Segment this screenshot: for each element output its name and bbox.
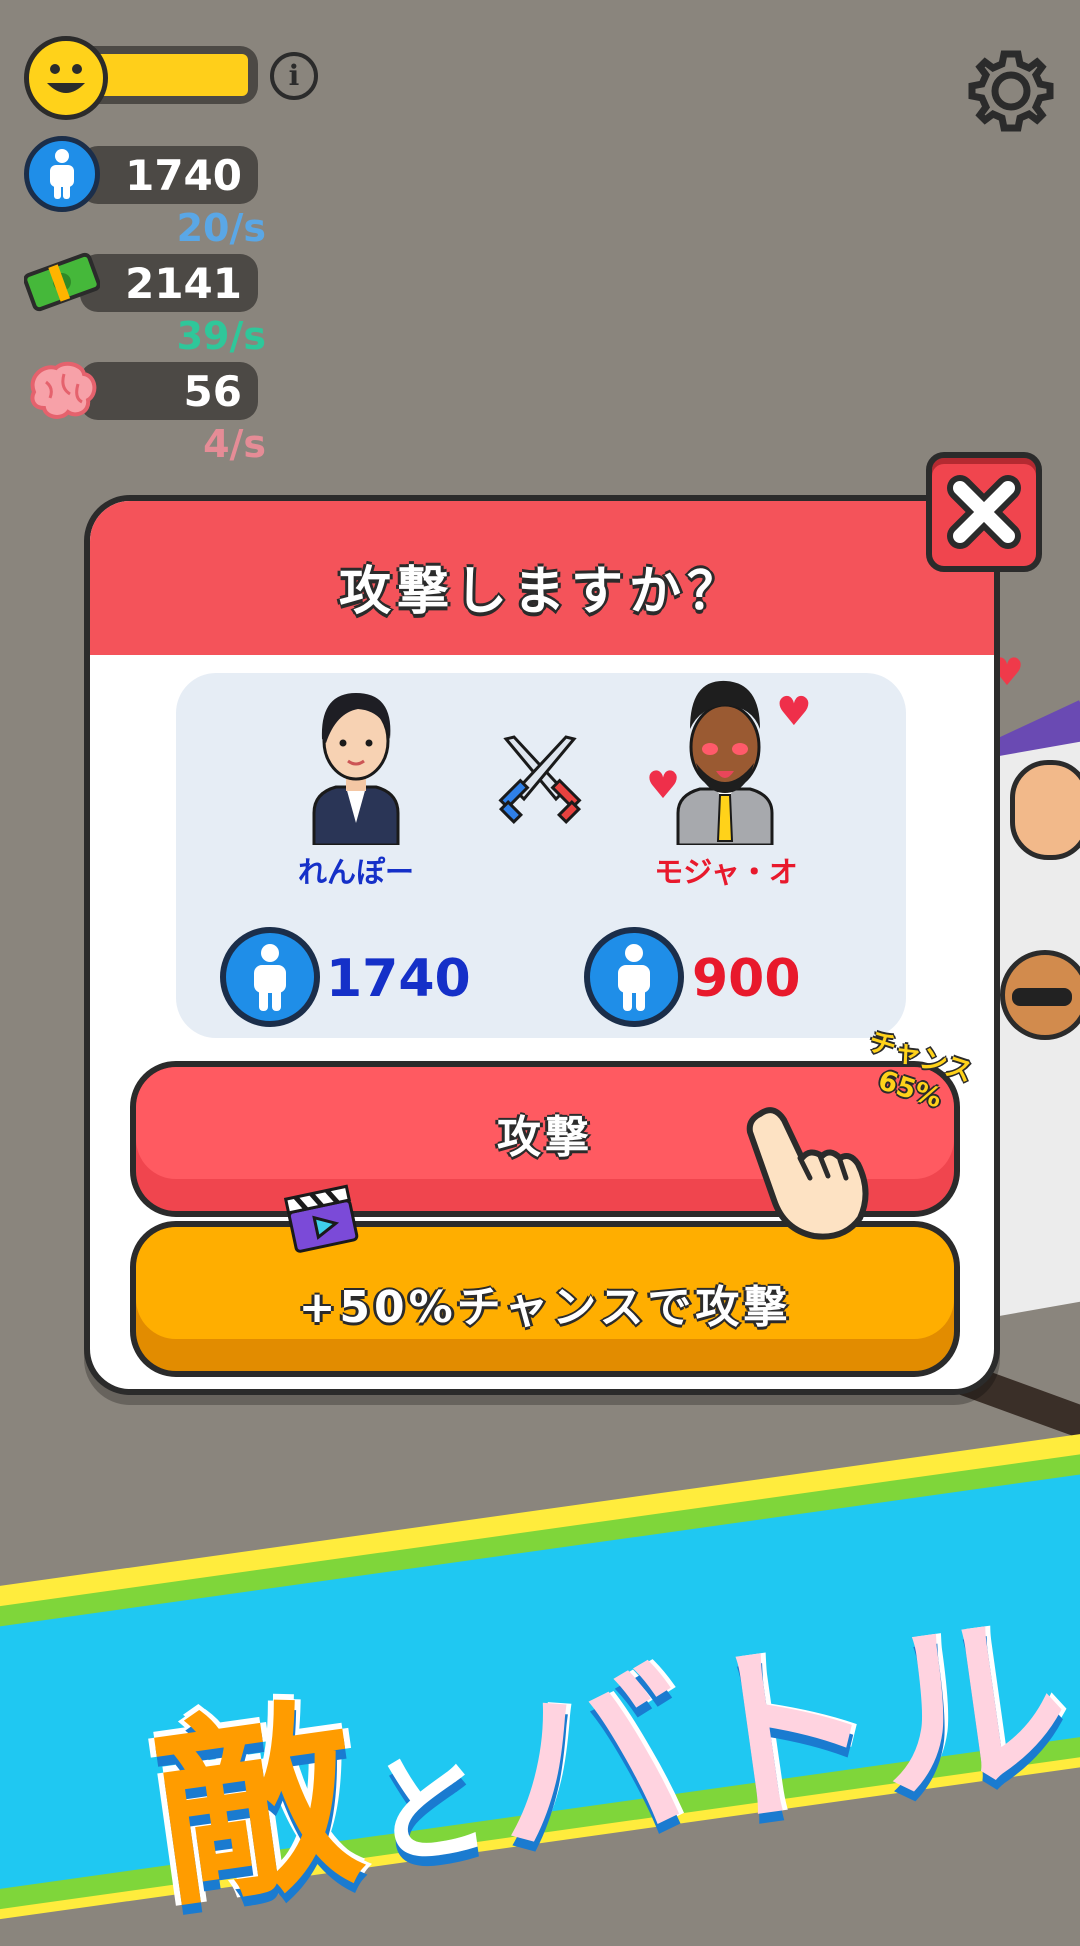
banner-text-particle: と bbox=[360, 1733, 499, 1888]
population-value: 1740 bbox=[125, 150, 242, 200]
enemy-name: モジャ・オ bbox=[654, 855, 798, 889]
enemy-avatar bbox=[660, 673, 790, 847]
info-icon[interactable]: i bbox=[270, 52, 318, 100]
money-rate: 39/s bbox=[176, 314, 266, 358]
close-button[interactable] bbox=[926, 452, 1042, 572]
heart-icon: ♥ bbox=[776, 689, 812, 735]
tutorial-hand-icon bbox=[740, 1100, 880, 1240]
gear-icon[interactable] bbox=[966, 46, 1056, 136]
attack-dialog: 攻撃しますか？ れんぽー ♥ ♥ モジャ・オ 1740 900 攻撃 +50%チ… bbox=[84, 495, 1000, 1395]
person-icon bbox=[220, 927, 320, 1027]
brain-rate: 4/s bbox=[203, 422, 266, 466]
versus-panel: れんぽー ♥ ♥ モジャ・オ 1740 900 bbox=[176, 673, 906, 1038]
population-rate: 20/s bbox=[176, 206, 266, 250]
crossed-swords-icon bbox=[492, 729, 588, 825]
cash-icon bbox=[23, 252, 101, 312]
happiness-fill bbox=[92, 54, 248, 96]
enemy-population: 900 bbox=[692, 949, 801, 1009]
brain-value: 56 bbox=[183, 366, 242, 416]
brain-icon bbox=[24, 358, 100, 424]
smiley-icon bbox=[24, 36, 108, 120]
person-icon bbox=[584, 927, 684, 1027]
clapperboard-icon bbox=[282, 1176, 362, 1256]
dialog-title: 攻撃しますか？ bbox=[338, 562, 745, 622]
video-attack-label: +50%チャンスで攻撃 bbox=[298, 1282, 792, 1333]
close-icon bbox=[947, 475, 1021, 549]
player-avatar bbox=[296, 673, 416, 847]
bg-character-hand bbox=[1010, 760, 1080, 860]
dialog-header: 攻撃しますか？ bbox=[90, 501, 994, 655]
money-value: 2141 bbox=[125, 258, 242, 308]
video-attack-button[interactable]: +50%チャンスで攻撃 bbox=[130, 1221, 960, 1377]
player-population: 1740 bbox=[326, 949, 471, 1009]
banner-text-enemy: 敵 bbox=[141, 1677, 373, 1936]
player-name: れんぽー bbox=[297, 855, 414, 889]
heart-icon: ♥ bbox=[646, 763, 681, 807]
person-icon bbox=[24, 136, 100, 212]
sunglasses-icon bbox=[1012, 988, 1072, 1006]
